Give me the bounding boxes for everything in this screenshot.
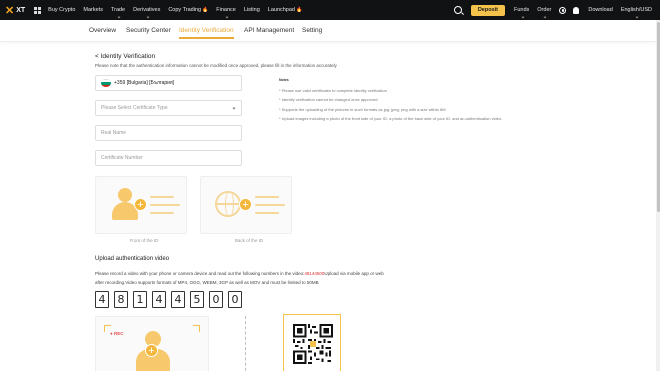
- nav-derivatives[interactable]: Derivatives: [133, 7, 160, 19]
- rec-indicator: ● REC: [110, 331, 124, 336]
- code-digit: 4: [171, 291, 185, 308]
- code-digit: 5: [190, 291, 204, 308]
- top-navbar: ✕ XT Buy Crypto Markets Trade Derivative…: [0, 0, 660, 20]
- add-plus-icon: +: [145, 344, 158, 357]
- certificate-type-placeholder: Please Select Certificate Type: [101, 105, 168, 111]
- card-line-icon: [255, 204, 285, 206]
- nav-funds[interactable]: Funds: [514, 7, 529, 19]
- hot-flame-icon: 🔥: [296, 7, 303, 13]
- card-line-icon: [150, 196, 174, 198]
- add-plus-icon: +: [239, 198, 252, 211]
- video-section-title: Upload authentication video: [95, 256, 170, 262]
- video-upload[interactable]: ● REC +: [95, 316, 209, 371]
- code-digit: 0: [228, 291, 242, 308]
- country-value: +359 [Bulgaria] [България]: [114, 80, 175, 86]
- back-id-upload[interactable]: +: [200, 176, 292, 234]
- nav-order[interactable]: Order: [537, 7, 551, 19]
- video-instructions-prefix: Please record a video with your phone or…: [95, 271, 305, 276]
- notes-panel: Notes * Please use valid certificates to…: [279, 78, 502, 125]
- note-item: * Identify verification cannot be change…: [279, 97, 378, 103]
- chevron-down-icon: [521, 15, 525, 19]
- real-name-input[interactable]: Real Name: [95, 125, 242, 141]
- code-digit: 4: [152, 291, 166, 308]
- tab-security-center[interactable]: Security Center: [126, 27, 171, 34]
- divider: [245, 316, 246, 371]
- card-line-icon: [150, 212, 174, 214]
- verification-notice: Please note that the authentication info…: [95, 63, 337, 68]
- chevron-down-icon: [225, 15, 229, 19]
- front-id-upload[interactable]: +: [95, 176, 187, 234]
- person-head-icon: [118, 188, 132, 202]
- note-item: * Supports the uploading of the pictures…: [279, 106, 446, 112]
- country-select[interactable]: +359 [Bulgaria] [България]: [95, 75, 242, 91]
- code-digit: 0: [209, 291, 223, 308]
- video-instructions: Please record a video with your phone or…: [95, 269, 384, 288]
- code-digit: 1: [133, 291, 147, 308]
- hot-flame-icon: 🔥: [202, 7, 209, 13]
- notes-title: Notes: [279, 78, 289, 82]
- bell-icon[interactable]: [573, 6, 580, 14]
- video-format-info: after recording.Video supports formats o…: [95, 280, 319, 286]
- tab-identity-verification[interactable]: Identity Verification: [179, 27, 234, 39]
- video-instructions-suffix: Upload via mobile app or web: [324, 271, 384, 276]
- nav-copy-trading[interactable]: Copy Trading🔥: [168, 7, 208, 13]
- scrollbar-thumb[interactable]: [656, 22, 660, 212]
- page-title[interactable]: < Identity Verification: [95, 53, 155, 60]
- card-line-icon: [255, 212, 279, 214]
- card-line-icon: [150, 204, 180, 206]
- qr-code-icon: [293, 324, 333, 364]
- header-actions: Deposit Funds Order Download English/USD: [453, 0, 652, 20]
- tab-setting[interactable]: Setting: [302, 27, 322, 34]
- logo-x-icon: ✕: [5, 4, 15, 17]
- code-digit: 8: [114, 291, 128, 308]
- apps-grid-icon[interactable]: [34, 6, 42, 14]
- note-item: * Please use valid certificates to compl…: [279, 88, 387, 93]
- note-item: * Upload images including a photo of the…: [279, 115, 503, 121]
- nav-launchpad[interactable]: Launchpad🔥: [268, 7, 302, 13]
- nav-download[interactable]: Download: [588, 7, 612, 13]
- brand-logo[interactable]: ✕ XT: [5, 4, 25, 17]
- language-currency-selector[interactable]: English/USD: [621, 7, 652, 19]
- nav-buy-crypto[interactable]: Buy Crypto: [48, 7, 75, 13]
- code-digit: 4: [95, 291, 109, 308]
- deposit-button[interactable]: Deposit: [470, 4, 505, 16]
- globe-emblem-icon: [215, 191, 241, 217]
- nav-markets[interactable]: Markets: [83, 7, 103, 13]
- front-id-caption: Front of the ID: [129, 238, 159, 243]
- back-id-caption: Back of the ID: [234, 238, 264, 243]
- tab-overview[interactable]: Overview: [89, 27, 116, 34]
- chevron-down-icon: [146, 15, 150, 19]
- brand-name: XT: [16, 6, 26, 14]
- search-icon[interactable]: [453, 6, 462, 14]
- chevron-down-icon: [117, 15, 121, 19]
- certificate-number-input[interactable]: Certificate Number: [95, 150, 242, 166]
- real-name-placeholder: Real Name: [101, 130, 127, 136]
- certificate-number-placeholder: Certificate Number: [101, 155, 143, 161]
- chevron-down-icon: [543, 15, 547, 19]
- user-avatar-icon[interactable]: [559, 6, 567, 14]
- nav-listing[interactable]: Listing: [244, 7, 260, 13]
- bulgaria-flag-icon: [101, 79, 111, 87]
- frame-corner: [193, 325, 200, 332]
- app-qr-code: [283, 314, 341, 371]
- verification-code: 48144500: [304, 271, 325, 276]
- account-tabs: Overview Security Center Identity Verifi…: [0, 20, 656, 42]
- certificate-type-select[interactable]: Please Select Certificate Type: [95, 100, 242, 116]
- tab-api-management[interactable]: API Management: [244, 27, 294, 34]
- nav-trade[interactable]: Trade: [111, 7, 125, 19]
- chevron-down-icon: [635, 15, 639, 19]
- card-line-icon: [255, 196, 279, 198]
- nav-finance[interactable]: Finance: [216, 7, 236, 19]
- chevron-down-icon: [232, 106, 236, 110]
- add-plus-icon: +: [134, 198, 147, 211]
